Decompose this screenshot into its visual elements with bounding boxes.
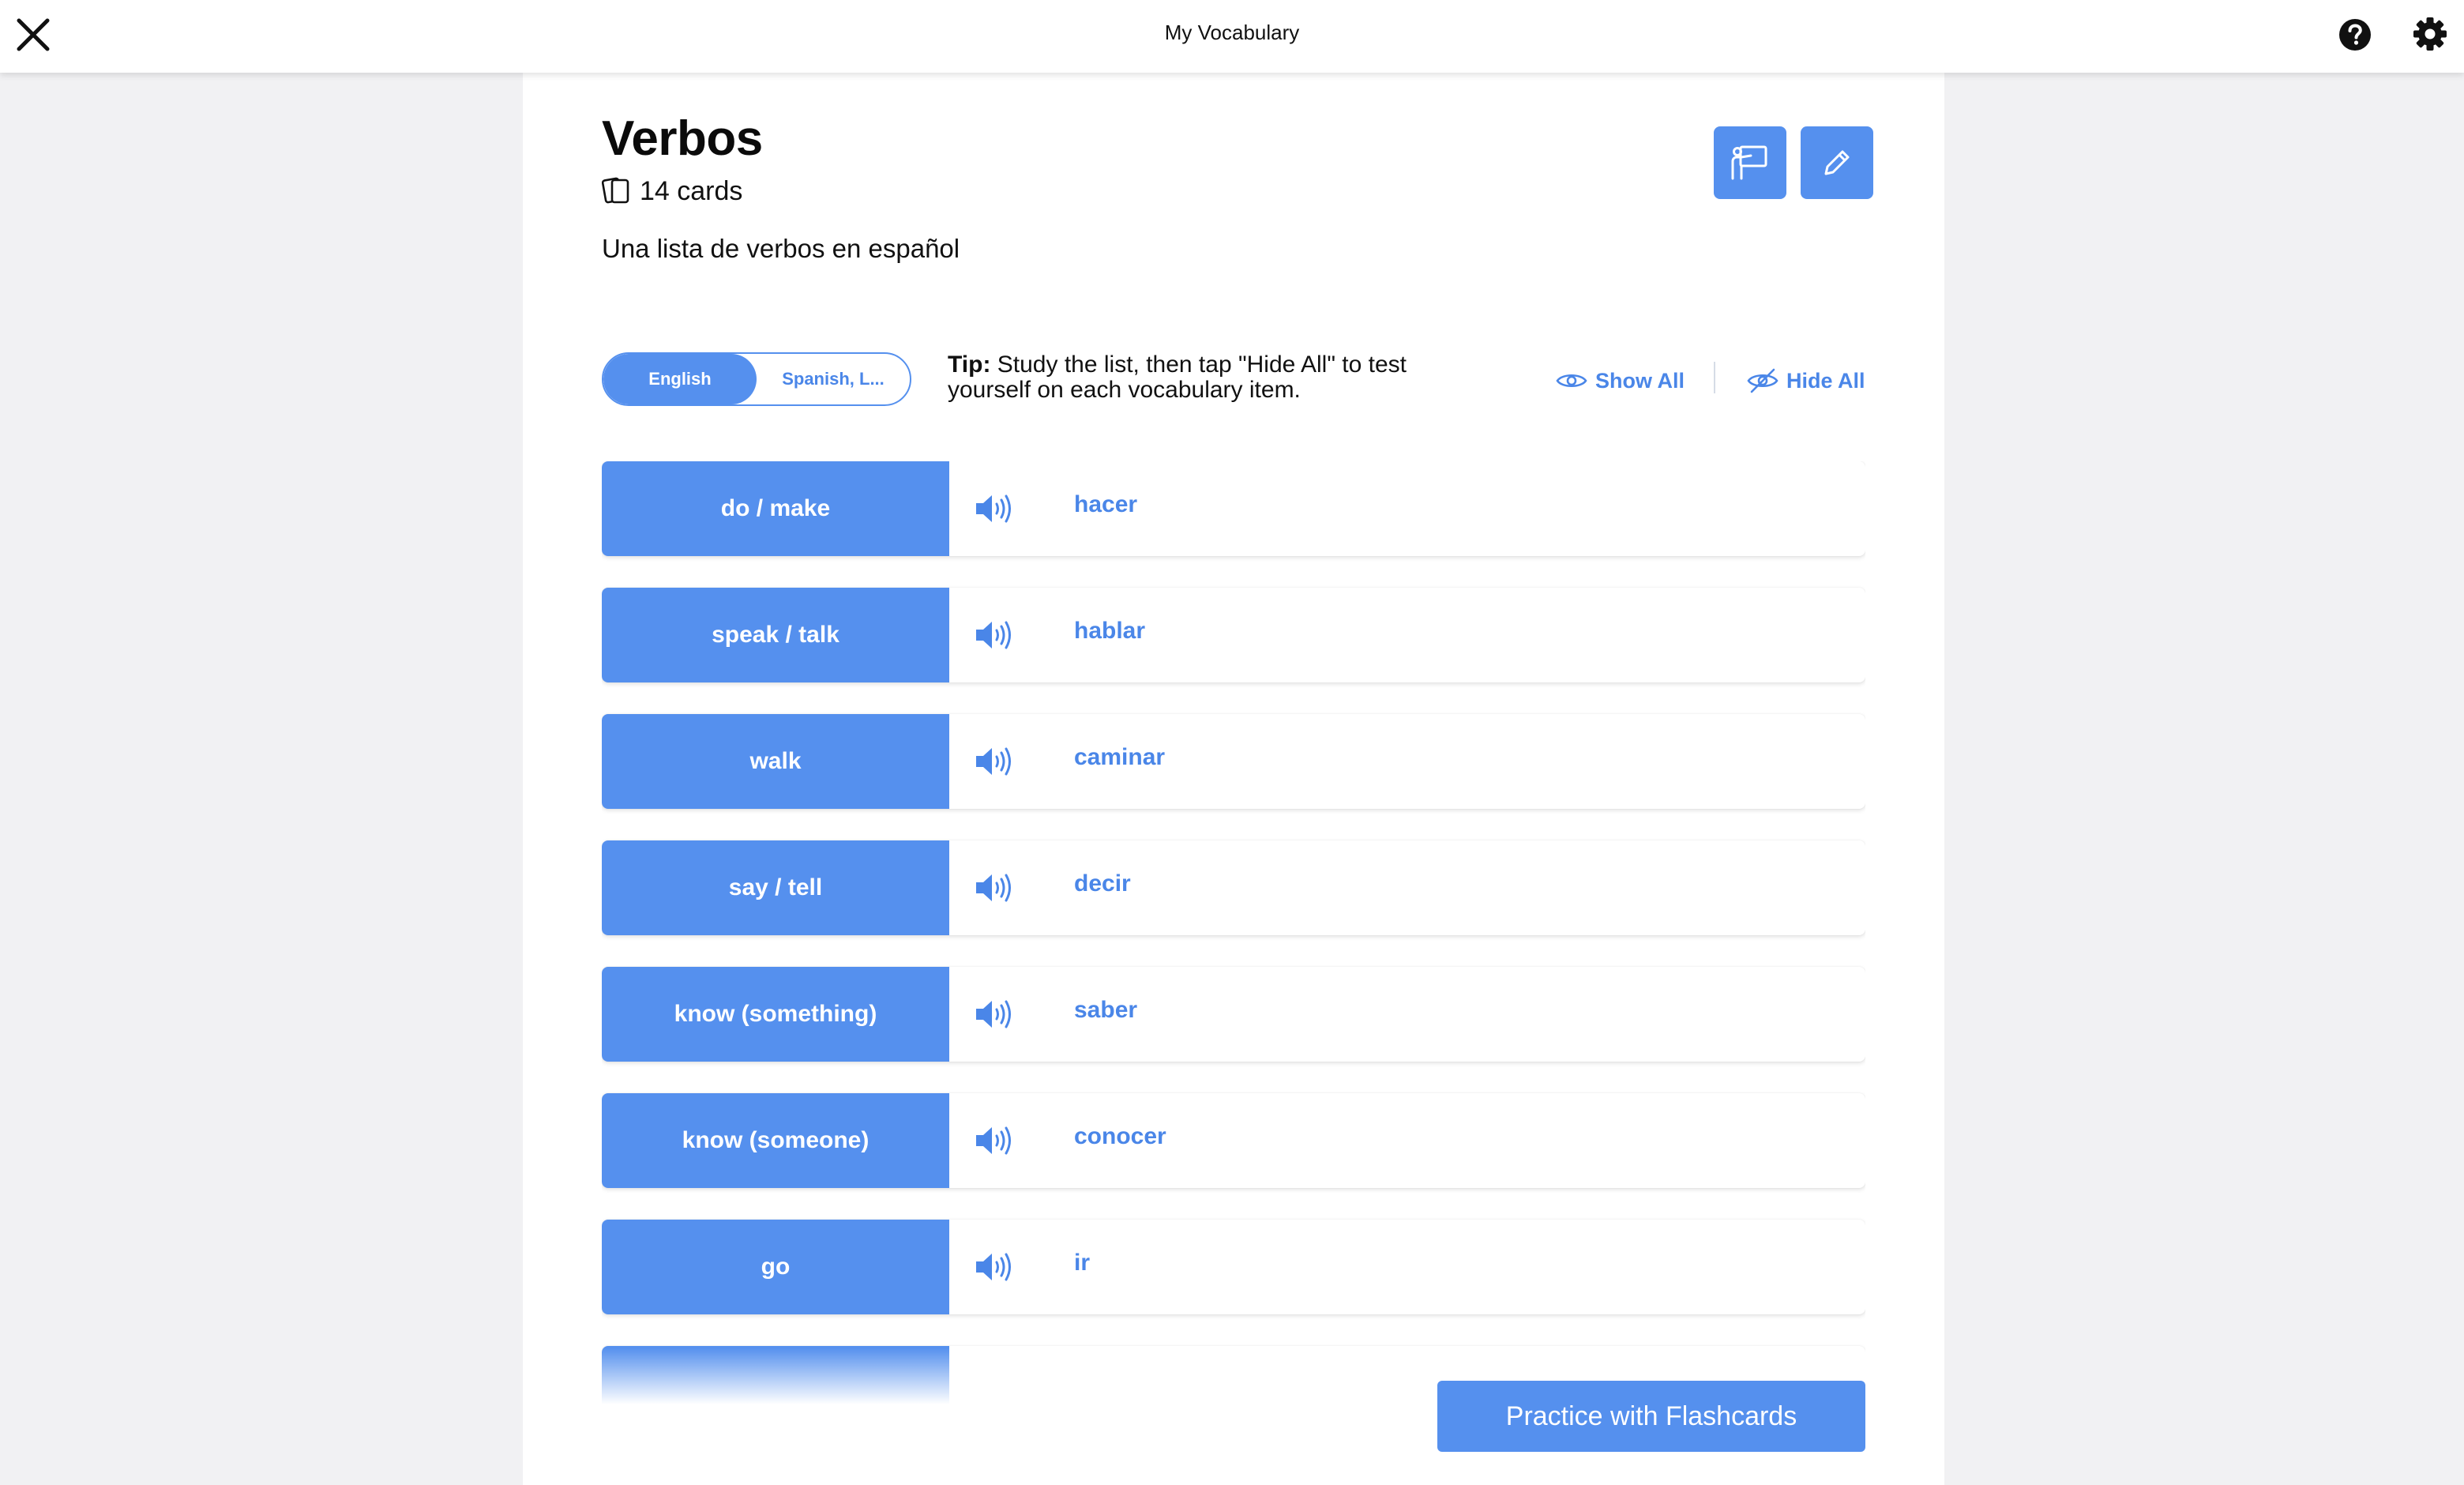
english-term[interactable]: walk bbox=[602, 714, 949, 809]
vocab-list: do / make hacer speak / talk hablar walk… bbox=[602, 461, 1865, 1433]
english-term[interactable]: know (something) bbox=[602, 967, 949, 1062]
speaker-button[interactable] bbox=[975, 1123, 1017, 1158]
toggle-english[interactable]: English bbox=[603, 354, 757, 404]
toggle-spanish[interactable]: Spanish, L... bbox=[757, 354, 910, 404]
divider bbox=[1714, 362, 1715, 393]
eye-slash-icon bbox=[1747, 368, 1779, 393]
speaker-icon bbox=[976, 747, 1011, 776]
spanish-term: hacer bbox=[1074, 491, 1138, 517]
speaker-button[interactable] bbox=[975, 491, 1017, 526]
pencil-icon bbox=[1824, 150, 1850, 175]
question-circle-icon bbox=[2339, 19, 2371, 51]
speaker-icon bbox=[976, 874, 1011, 902]
show-all-button[interactable]: Show All bbox=[1556, 367, 1685, 395]
eye-icon bbox=[1556, 374, 1587, 388]
vocab-row: know (something) saber bbox=[602, 967, 1865, 1062]
english-term[interactable]: go bbox=[602, 1220, 949, 1314]
speaker-button[interactable] bbox=[975, 1250, 1017, 1284]
vocab-row: walk caminar bbox=[602, 714, 1865, 809]
english-term[interactable]: say / tell bbox=[602, 840, 949, 935]
study-tip: Tip: Study the list, then tap "Hide All"… bbox=[948, 352, 1453, 403]
english-term[interactable]: know (someone) bbox=[602, 1093, 949, 1188]
speaker-button[interactable] bbox=[975, 744, 1017, 779]
edit-button[interactable] bbox=[1801, 126, 1873, 199]
hide-all-button[interactable]: Hide All bbox=[1747, 367, 1865, 395]
speaker-icon bbox=[976, 1253, 1011, 1281]
speaker-icon bbox=[976, 1000, 1011, 1028]
speaker-button[interactable] bbox=[975, 870, 1017, 905]
speaker-icon bbox=[976, 1126, 1011, 1155]
vocab-row: know (someone) conocer bbox=[602, 1093, 1865, 1188]
assign-button[interactable] bbox=[1714, 126, 1786, 199]
spanish-term: hablar bbox=[1074, 618, 1146, 644]
english-term[interactable]: speak / talk bbox=[602, 588, 949, 682]
language-toggle: English Spanish, L... bbox=[602, 352, 911, 406]
practice-flashcards-button[interactable]: Practice with Flashcards bbox=[1437, 1381, 1865, 1452]
page-title: My Vocabulary bbox=[1164, 21, 1300, 44]
cards-icon bbox=[602, 177, 629, 204]
card-count-label: 14 cards bbox=[640, 175, 743, 206]
main-panel: Verbos 14 cards Una lista de verbos en e… bbox=[523, 73, 1944, 1485]
tip-text: Study the list, then tap "Hide All" to t… bbox=[948, 352, 1407, 403]
spanish-term: ir bbox=[1074, 1250, 1091, 1276]
vocab-row: say / tell decir bbox=[602, 840, 1865, 935]
hide-all-label: Hide All bbox=[1786, 368, 1865, 393]
speaker-icon bbox=[976, 494, 1011, 523]
speaker-icon bbox=[976, 621, 1011, 649]
spanish-term: conocer bbox=[1074, 1123, 1166, 1149]
deck-title: Verbos bbox=[602, 111, 763, 166]
spanish-term: decir bbox=[1074, 870, 1131, 897]
english-term[interactable]: do / make bbox=[602, 461, 949, 556]
vocab-row: go ir bbox=[602, 1220, 1865, 1314]
help-button[interactable] bbox=[2338, 17, 2372, 52]
settings-button[interactable] bbox=[2412, 16, 2448, 52]
vocab-row: do / make hacer bbox=[602, 461, 1865, 556]
speaker-button[interactable] bbox=[975, 618, 1017, 652]
card-count: 14 cards bbox=[602, 174, 742, 209]
spanish-term: caminar bbox=[1074, 744, 1166, 770]
deck-description: Una lista de verbos en español bbox=[602, 234, 960, 263]
tip-label: Tip: bbox=[948, 352, 991, 378]
gear-icon bbox=[2413, 17, 2447, 51]
speaker-button[interactable] bbox=[975, 997, 1017, 1032]
show-all-label: Show All bbox=[1595, 368, 1685, 393]
vocab-row: speak / talk hablar bbox=[602, 588, 1865, 682]
spanish-term: saber bbox=[1074, 997, 1138, 1023]
top-bar: My Vocabulary bbox=[0, 0, 2464, 73]
teacher-board-icon bbox=[1731, 145, 1767, 180]
